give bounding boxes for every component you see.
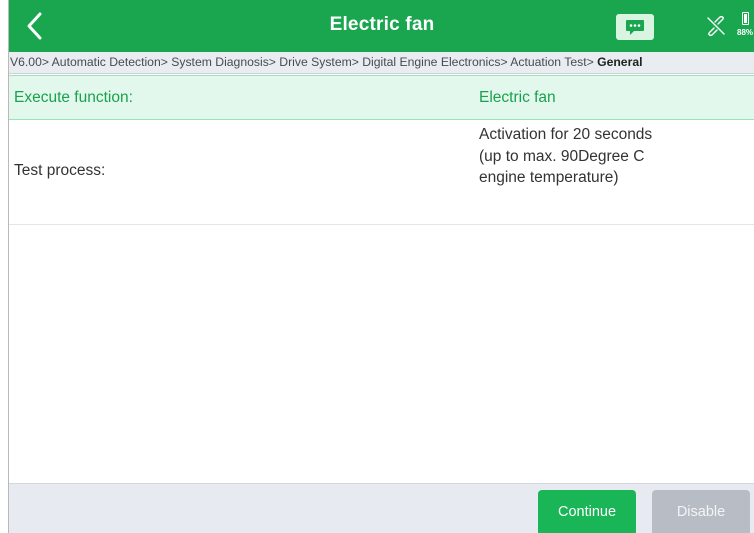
test-process-label: Test process:	[14, 162, 106, 179]
execute-function-value: Electric fan	[479, 89, 556, 106]
continue-button[interactable]: Continue	[538, 490, 636, 533]
disable-button[interactable]: Disable	[652, 490, 750, 533]
battery-percent: 88%	[737, 28, 754, 37]
battery-icon	[742, 12, 749, 25]
message-button[interactable]	[616, 14, 654, 40]
broken-link-icon[interactable]	[705, 15, 727, 37]
breadcrumb-current: General	[597, 55, 643, 69]
battery-indicator: 88%	[737, 10, 754, 42]
chat-bubble-icon	[626, 20, 644, 35]
test-process-value: Activation for 20 seconds (up to max. 90…	[479, 126, 653, 186]
title-bar: Electric fan 88%	[9, 0, 754, 52]
app-window: Electric fan 88% V6.00> Automatic Detect…	[8, 0, 754, 533]
execute-function-label: Execute function:	[14, 89, 133, 106]
table-row: Test process: Activation for 20 seconds …	[9, 120, 754, 225]
breadcrumb: V6.00> Automatic Detection> System Diagn…	[9, 52, 754, 74]
table-header-row: Execute function: Electric fan	[9, 75, 754, 120]
action-bar: Continue Disable	[9, 483, 754, 533]
breadcrumb-path: V6.00> Automatic Detection> System Diagn…	[10, 55, 598, 69]
